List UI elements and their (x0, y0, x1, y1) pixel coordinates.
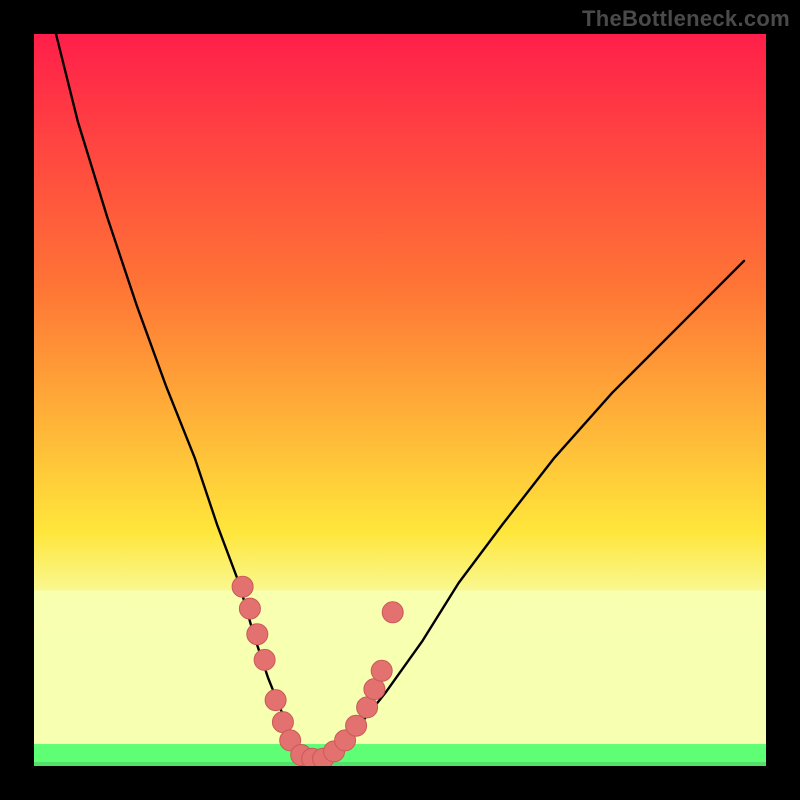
outer-frame: TheBottleneck.com (0, 0, 800, 800)
plot-area (34, 34, 766, 766)
data-marker (232, 576, 253, 597)
data-marker (254, 649, 275, 670)
green-band-edge (34, 762, 766, 766)
data-marker (239, 598, 260, 619)
data-marker (265, 690, 286, 711)
gradient-background (34, 34, 766, 766)
data-marker (346, 715, 367, 736)
data-marker (382, 602, 403, 623)
data-marker (247, 624, 268, 645)
bottleneck-chart (34, 34, 766, 766)
watermark-text: TheBottleneck.com (582, 6, 790, 32)
data-marker (371, 660, 392, 681)
